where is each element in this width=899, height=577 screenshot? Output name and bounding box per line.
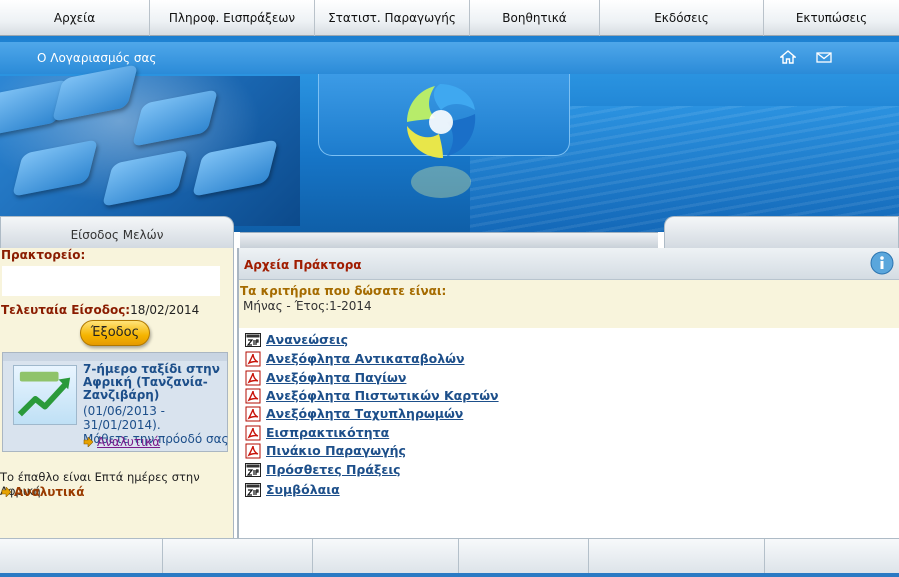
keyboard-image: [0, 64, 300, 226]
footer-divider: [458, 539, 459, 577]
tab-strip: Είσοδος Μελών: [0, 212, 899, 248]
keyboard-key: [131, 89, 219, 147]
promo-title: 7-ήμερο ταξίδι στην Αφρική (Τανζανία-Ζαν…: [83, 362, 220, 402]
last-login-label: Τελευταία Είσοδος:: [1, 303, 131, 317]
prize-details-link[interactable]: Αναλυτικά: [14, 485, 85, 499]
pdf-icon: [245, 425, 261, 441]
agency-label: Πρακτορείο:: [1, 248, 86, 262]
footer-divider: [588, 539, 589, 577]
info-icon[interactable]: [870, 251, 894, 275]
keyboard-key: [11, 139, 99, 197]
company-logo: [407, 84, 476, 158]
left-sidebar: Πρακτορείο: Τελευταία Είσοδος:18/02/2014…: [0, 248, 234, 538]
document-link[interactable]: Πρόσθετες Πράξεις: [266, 462, 401, 477]
main-content: Αρχεία Πράκτορα Τα κριτήρια που δώσατε ε…: [237, 248, 899, 538]
document-link[interactable]: Ανεξόφλητα Ταχυπληρωμών: [266, 406, 463, 421]
menu-item-collections-info[interactable]: Πληροφ. Εισπράξεων: [150, 0, 315, 36]
logo-reflection: [411, 166, 471, 198]
main-header: Αρχεία Πράκτορα: [239, 248, 899, 280]
account-link[interactable]: Ο Λογαριασμός σας: [37, 51, 156, 65]
zip-icon: [245, 463, 261, 477]
keyboard-key: [101, 149, 189, 207]
header-banner: Ο Λογαριασμός σας: [0, 36, 899, 232]
footer-strip: [0, 538, 899, 577]
last-login-row: Τελευταία Είσοδος:18/02/2014: [1, 303, 199, 317]
promo-dates-text: (01/06/2013 - 31/01/2014).: [83, 404, 165, 432]
document-link[interactable]: Ανεξόφλητα Αντικαταβολών: [266, 351, 465, 366]
footer-divider: [162, 539, 163, 577]
pdf-icon: [245, 388, 261, 404]
pdf-icon: [245, 351, 261, 367]
criteria-title: Τα κριτήρια που δώσατε είναι:: [240, 284, 447, 298]
menu-item-files[interactable]: Αρχεία: [0, 0, 150, 36]
pdf-icon: [245, 370, 261, 386]
promo-box: 7-ήμερο ταξίδι στην Αφρική (Τανζανία-Ζαν…: [2, 352, 229, 452]
document-link[interactable]: Ανεξόφλητα Πιστωτικών Καρτών: [266, 388, 499, 403]
zip-icon: [245, 483, 261, 497]
tab-strip-middle: [240, 232, 658, 248]
last-login-value: 18/02/2014: [130, 303, 200, 317]
arrow-right-icon: [83, 437, 93, 447]
pdf-icon: [245, 406, 261, 422]
pdf-icon: [245, 443, 261, 459]
logout-button[interactable]: Έξοδος: [80, 320, 150, 346]
document-link[interactable]: Ανεξόφλητα Παγίων: [266, 370, 406, 385]
members-login-label: Είσοδος Μελών: [70, 228, 164, 242]
document-link[interactable]: Εισπρακτικότητα: [266, 425, 389, 440]
zip-icon: [245, 333, 261, 347]
document-link[interactable]: Συμβόλαια: [266, 482, 340, 497]
menu-item-prints[interactable]: Εκτυπώσεις: [764, 0, 899, 36]
growth-chart-image: [13, 365, 77, 425]
menu-item-production-stats[interactable]: Στατιστ. Παραγωγής: [315, 0, 470, 36]
document-link[interactable]: Πινάκιο Παραγωγής: [266, 443, 406, 458]
criteria-value: Μήνας - Έτος:1-2014: [243, 299, 372, 313]
promo-details-link[interactable]: Αναλυτικά: [97, 435, 160, 449]
page-title: Αρχεία Πράκτορα: [244, 258, 362, 272]
footer-divider: [764, 539, 765, 577]
document-link[interactable]: Ανανεώσεις: [266, 332, 348, 347]
tab-strip-right: [664, 216, 899, 248]
mail-icon[interactable]: [816, 50, 832, 64]
arrow-right-icon: [1, 487, 11, 497]
keyboard-key: [191, 139, 279, 197]
menu-item-utilities[interactable]: Βοηθητικά: [470, 0, 600, 36]
home-icon[interactable]: [780, 50, 796, 64]
agency-value: [2, 266, 220, 296]
menu-item-issues[interactable]: Εκδόσεις: [600, 0, 764, 36]
footer-bar: [0, 573, 899, 577]
footer-divider: [312, 539, 313, 577]
top-menu-bar: Αρχεία Πληροφ. Εισπράξεων Στατιστ. Παραγ…: [0, 0, 899, 36]
criteria-panel: Τα κριτήρια που δώσατε είναι: Μήνας - Έτ…: [239, 280, 899, 328]
